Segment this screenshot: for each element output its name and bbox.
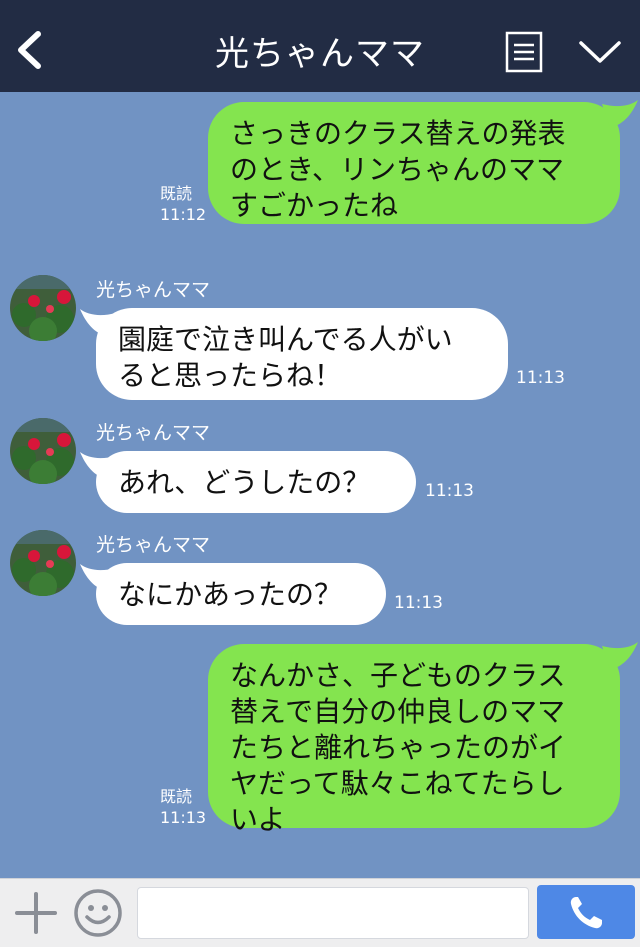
chat-area[interactable]: 既読 11:12 さっきのクラス替えの発表 のとき、リンちゃんのママ すごかった… <box>0 92 640 878</box>
message-bubble-incoming[interactable]: あれ、どうしたの？ <box>96 451 416 513</box>
message-time: 11:13 <box>160 808 207 827</box>
message-time: 11:13 <box>394 593 443 613</box>
read-receipt: 既読 11:12 <box>160 183 206 225</box>
avatar[interactable] <box>10 530 76 596</box>
plus-icon[interactable] <box>14 891 58 935</box>
read-receipt: 既読 11:13 <box>160 786 206 828</box>
emoji-icon[interactable] <box>73 888 123 938</box>
sender-name: 光ちゃんママ <box>96 279 211 301</box>
read-label: 既読 <box>160 787 193 806</box>
avatar[interactable] <box>10 275 76 341</box>
flower-avatar-icon <box>10 418 76 484</box>
message-time: 11:13 <box>516 368 565 388</box>
read-label: 既読 <box>160 184 193 203</box>
flower-avatar-icon <box>10 530 76 596</box>
message-input[interactable] <box>137 887 529 939</box>
chat-title: 光ちゃんママ <box>215 34 425 74</box>
sender-name: 光ちゃんママ <box>96 534 211 556</box>
chat-header: 光ちゃんママ <box>0 0 640 92</box>
flower-avatar-icon <box>10 275 76 341</box>
avatar[interactable] <box>10 418 76 484</box>
message-bubble-incoming[interactable]: 園庭で泣き叫んでる人がい ると思ったらね！ <box>96 308 508 400</box>
message-time: 11:13 <box>425 481 474 501</box>
chevron-down-icon[interactable] <box>578 38 622 66</box>
bubble-tail <box>602 642 638 670</box>
sender-name: 光ちゃんママ <box>96 422 211 444</box>
message-bubble-incoming[interactable]: なにかあったの？ <box>96 563 386 625</box>
call-button[interactable] <box>537 885 635 939</box>
message-bubble-outgoing[interactable]: さっきのクラス替えの発表 のとき、リンちゃんのママ すごかったね <box>208 102 620 224</box>
back-icon[interactable] <box>14 30 44 70</box>
message-bubble-outgoing[interactable]: なんかさ、子どものクラス 替えで自分の仲良しのママ たちと離れちゃったのがイ ヤ… <box>208 644 620 836</box>
input-bar <box>0 878 640 947</box>
menu-icon[interactable] <box>505 31 543 73</box>
bubble-tail <box>602 100 638 128</box>
message-time: 11:12 <box>160 205 207 224</box>
phone-icon <box>570 897 602 929</box>
